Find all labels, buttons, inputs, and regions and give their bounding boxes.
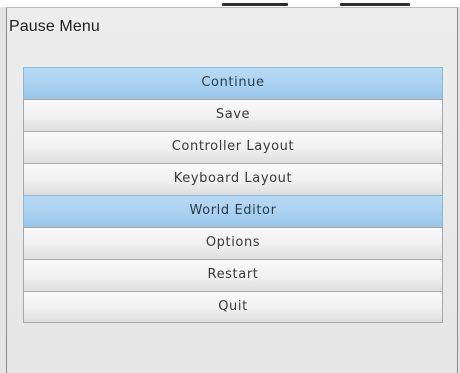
keyboard-layout-button[interactable]: Keyboard Layout: [23, 163, 443, 195]
options-button[interactable]: Options: [23, 227, 443, 259]
save-button[interactable]: Save: [23, 99, 443, 131]
background-mark: [340, 3, 410, 6]
continue-button[interactable]: Continue: [23, 67, 443, 99]
background-strip: [0, 0, 460, 7]
quit-button[interactable]: Quit: [23, 291, 443, 323]
world-editor-button[interactable]: World Editor: [23, 195, 443, 227]
pause-menu-title: Pause Menu: [9, 18, 100, 35]
controller-layout-button[interactable]: Controller Layout: [23, 131, 443, 163]
game-screen: Pause Menu Continue Save Controller Layo…: [0, 0, 460, 373]
background-mark: [222, 3, 288, 6]
pause-menu-panel: Pause Menu Continue Save Controller Layo…: [6, 7, 458, 373]
pause-menu-list: Continue Save Controller Layout Keyboard…: [23, 67, 443, 323]
restart-button[interactable]: Restart: [23, 259, 443, 291]
